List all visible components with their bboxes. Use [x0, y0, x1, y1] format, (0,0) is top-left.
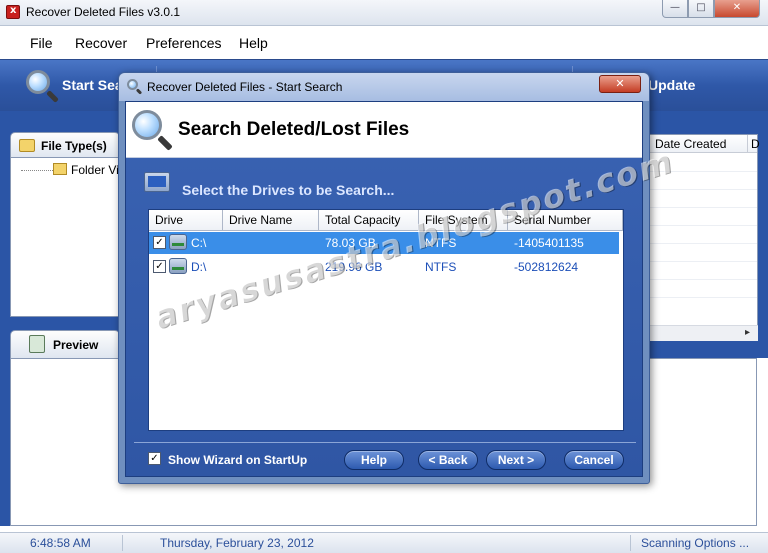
status-divider — [630, 535, 631, 551]
footer-divider — [134, 442, 636, 443]
computer-icon — [144, 172, 170, 192]
close-button[interactable]: ✕ — [714, 0, 760, 18]
status-divider — [122, 535, 123, 551]
drive-letter: D:\ — [191, 260, 207, 274]
status-bar: 6:48:58 AM Thursday, February 23, 2012 S… — [0, 532, 768, 553]
folder-icon — [53, 163, 67, 175]
drive-c-checkbox[interactable]: ✓ — [153, 236, 166, 249]
tab-preview-label: Preview — [53, 338, 99, 352]
drive-capacity: 78.03 GB — [325, 236, 376, 250]
menu-help[interactable]: Help — [239, 35, 268, 51]
window-title: Recover Deleted Files v3.0.1 — [26, 5, 181, 19]
drive-serial: -1405401135 — [514, 236, 584, 250]
drive-table: Drive Drive Name Total Capacity File Sys… — [148, 209, 624, 431]
start-search-button[interactable]: Start Sea — [62, 77, 123, 93]
drive-row-d[interactable]: ✓ D:\ 219.96 GB NTFS -502812624 — [149, 256, 619, 278]
app-icon — [6, 5, 20, 19]
tab-file-types[interactable]: File Type(s) — [10, 132, 120, 158]
list-row-line — [649, 225, 757, 226]
next-button[interactable]: Next > — [486, 450, 546, 470]
drive-capacity: 219.96 GB — [325, 260, 383, 274]
dialog-heading: Search Deleted/Lost Files — [178, 119, 410, 140]
drive-file-system: NTFS — [425, 260, 457, 274]
status-time: 6:48:58 AM — [30, 536, 91, 550]
dialog-close-button[interactable]: ✕ — [599, 75, 641, 93]
list-row-line — [649, 207, 757, 208]
drive-table-header: Drive Drive Name Total Capacity File Sys… — [149, 210, 623, 231]
list-row-line — [649, 171, 757, 172]
status-scanning-options[interactable]: Scanning Options ... — [641, 536, 749, 550]
tree-connector — [21, 170, 53, 171]
dialog-subheading: Select the Drives to be Search... — [182, 182, 395, 198]
column-separator — [318, 210, 319, 231]
search-magnifier-icon — [132, 110, 174, 152]
drive-serial: -502812624 — [514, 260, 579, 274]
status-date: Thursday, February 23, 2012 — [160, 536, 314, 550]
dialog-search-icon — [127, 79, 143, 95]
hard-drive-icon — [169, 258, 187, 274]
file-types-icon — [19, 139, 35, 152]
menu-recover[interactable]: Recover — [75, 35, 127, 51]
tab-file-types-label: File Type(s) — [41, 139, 107, 153]
column-file-system[interactable]: File System — [425, 213, 488, 227]
menu-file[interactable]: File — [30, 35, 53, 51]
dialog-title-bar: Recover Deleted Files - Start Search ✕ — [119, 73, 649, 101]
show-wizard-checkbox[interactable]: ✓ — [148, 452, 161, 465]
column-next[interactable]: D — [751, 137, 760, 151]
file-types-pane: Folder Vie — [10, 157, 125, 317]
show-wizard-label: Show Wizard on StartUp — [168, 453, 308, 467]
update-button[interactable]: Update — [648, 77, 695, 93]
start-search-icon[interactable] — [26, 70, 60, 104]
dialog-body: Search Deleted/Lost Files Select the Dri… — [125, 101, 643, 477]
start-search-dialog: Recover Deleted Files - Start Search ✕ S… — [118, 72, 650, 484]
preview-icon — [29, 335, 45, 353]
menu-preferences[interactable]: Preferences — [146, 35, 221, 51]
tab-preview[interactable]: Preview — [10, 330, 120, 358]
drive-letter: C:\ — [191, 236, 207, 250]
column-total-capacity[interactable]: Total Capacity — [325, 213, 400, 227]
column-drive-name[interactable]: Drive Name — [229, 213, 292, 227]
column-drive[interactable]: Drive — [155, 213, 183, 227]
back-button[interactable]: < Back — [418, 450, 478, 470]
column-serial-number[interactable]: Serial Number — [514, 213, 591, 227]
column-separator — [418, 210, 419, 231]
cancel-button[interactable]: Cancel — [564, 450, 624, 470]
menu-bar: File Recover Preferences Help — [0, 27, 768, 59]
file-list: Date Created D — [648, 134, 760, 340]
column-date-created[interactable]: Date Created — [655, 137, 726, 151]
list-row-line — [649, 297, 757, 298]
column-separator — [222, 210, 223, 231]
dialog-title: Recover Deleted Files - Start Search — [147, 80, 343, 94]
help-button[interactable]: Help — [344, 450, 404, 470]
list-row-line — [649, 243, 757, 244]
column-separator — [507, 210, 508, 231]
hard-drive-icon — [169, 234, 187, 250]
minimize-button[interactable]: — — [662, 0, 688, 18]
list-row-line — [649, 261, 757, 262]
scroll-right-arrow-icon[interactable]: ▸ — [745, 327, 750, 338]
dialog-header: Search Deleted/Lost Files — [126, 102, 642, 158]
maximize-button[interactable]: □ — [688, 0, 714, 18]
file-list-header: Date Created D — [649, 135, 760, 153]
drive-file-system: NTFS — [425, 236, 457, 250]
column-separator — [622, 210, 623, 231]
list-row-line — [649, 279, 757, 280]
drive-row-c[interactable]: ✓ C:\ 78.03 GB NTFS -1405401135 — [149, 232, 619, 254]
list-row-line — [649, 189, 757, 190]
title-bar: Recover Deleted Files v3.0.1 — □ ✕ — [0, 0, 768, 26]
drive-d-checkbox[interactable]: ✓ — [153, 260, 166, 273]
horizontal-scrollbar[interactable]: ▸ — [648, 325, 758, 341]
column-separator — [747, 135, 748, 153]
